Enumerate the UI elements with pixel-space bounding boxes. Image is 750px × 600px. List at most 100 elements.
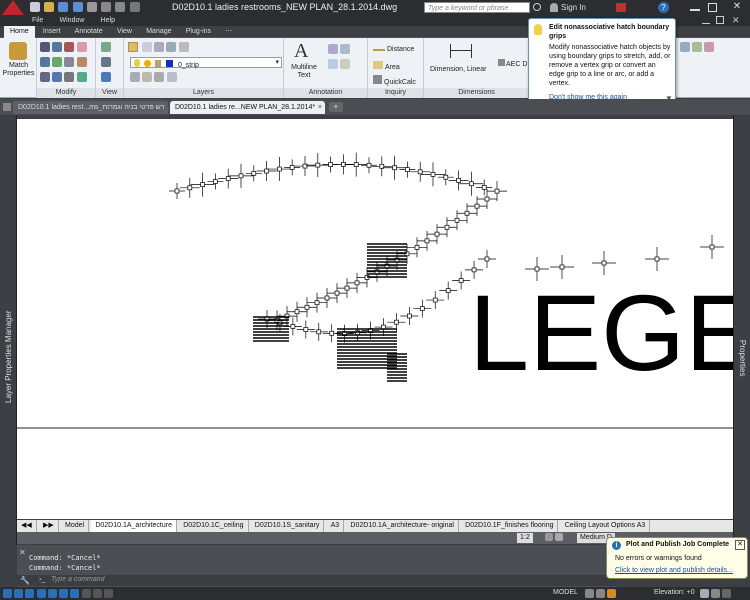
layer-isolate-icon[interactable] <box>154 42 165 52</box>
linear-dimension-icon[interactable] <box>450 44 472 58</box>
close-button[interactable]: ✕ <box>726 1 748 13</box>
properties-palette[interactable]: Properties <box>733 115 750 545</box>
new-icon[interactable] <box>30 2 40 12</box>
leader-icon[interactable] <box>340 44 351 54</box>
dimstyle-icon[interactable] <box>328 44 338 54</box>
multiline-text-icon[interactable]: A <box>294 40 308 63</box>
layout-tab-sanitary[interactable]: D02D10.1S_sanitary <box>251 520 325 532</box>
clean-screen-icon[interactable] <box>711 589 721 598</box>
aec-dimension-button[interactable]: AEC D <box>498 59 527 68</box>
tab-insert[interactable]: Insert <box>37 26 67 38</box>
plot-status-icon[interactable] <box>700 589 709 598</box>
elevation-readout[interactable]: Elevation: +0 <box>654 589 695 596</box>
workspace-switch-icon[interactable] <box>596 589 606 598</box>
quickcalc-tool[interactable]: QuickCalc <box>373 75 416 86</box>
insert-block-icon[interactable] <box>680 42 690 52</box>
layout-tab-flooring[interactable]: D02D10.1F_finishes flooring <box>461 520 559 532</box>
quickprops-icon[interactable] <box>104 589 114 598</box>
layout-tab-architecture[interactable]: D02D10.1A_architecture <box>91 520 177 532</box>
command-input[interactable]: Type a command <box>51 576 105 583</box>
restore-button[interactable] <box>708 3 717 12</box>
undo-icon[interactable] <box>101 2 112 12</box>
tab-home[interactable]: Home <box>4 26 35 38</box>
viewport-scale[interactable]: 1:2 <box>517 533 533 543</box>
app-close-button[interactable]: ✕ <box>732 15 740 26</box>
otrack-icon[interactable] <box>59 589 69 598</box>
tab-annotate[interactable]: Annotate <box>69 26 109 38</box>
doc-tab-current[interactable]: D02D10.1 ladies re...NEW PLAN_28.1.2014*… <box>170 101 325 114</box>
saveas-icon[interactable] <box>72 2 83 12</box>
app-restore-button[interactable] <box>716 16 724 24</box>
model-space-toggle[interactable]: MODEL <box>553 589 578 596</box>
textstyle-icon[interactable] <box>340 59 351 69</box>
search-box[interactable]: Type a keyword or phrase <box>424 2 530 13</box>
distance-tool[interactable]: Distance <box>373 44 414 53</box>
multiline-text-button[interactable]: Multiline Text <box>285 64 323 80</box>
layer-dropdown[interactable]: 0_strip ▾ <box>130 57 282 69</box>
lock-viewport-icon[interactable] <box>545 533 553 541</box>
stretch-icon[interactable] <box>40 72 50 82</box>
layer-lock-icon[interactable] <box>178 42 189 52</box>
autoscale-icon[interactable] <box>607 589 617 598</box>
array-icon[interactable] <box>64 72 75 82</box>
minimize-button[interactable] <box>690 4 700 11</box>
new-tab-button[interactable]: + <box>329 102 343 112</box>
modify-panel-label[interactable]: Modify <box>37 88 95 98</box>
lineweight-icon[interactable] <box>81 589 91 598</box>
layout-tab-arch-original[interactable]: D02D10.1A_architecture- original <box>346 520 459 532</box>
user-icon[interactable] <box>550 3 558 12</box>
sign-in-link[interactable]: Sign In <box>561 3 586 12</box>
layers-panel-label[interactable]: Layers <box>124 88 283 98</box>
layer-properties-palette[interactable]: Layer Properties Manager <box>0 115 17 545</box>
table-icon[interactable] <box>328 59 338 69</box>
layer-previous-icon[interactable] <box>154 72 165 82</box>
clipboard-icon[interactable] <box>704 42 715 52</box>
tab-manage[interactable]: Manage <box>140 26 177 38</box>
explode-icon[interactable] <box>76 57 87 67</box>
layer-state-icon[interactable] <box>142 42 152 52</box>
close-tab-icon[interactable]: × <box>318 101 322 114</box>
layer-freeze-icon[interactable] <box>166 42 177 52</box>
area-tool[interactable]: Area <box>373 61 400 71</box>
app-minimize-button[interactable] <box>702 16 710 24</box>
match-layer-icon[interactable] <box>142 72 153 82</box>
pan-icon[interactable] <box>101 42 111 52</box>
layout-tab-a3[interactable]: A3 <box>327 520 345 532</box>
notification-details-link[interactable]: Click to view plot and publish details..… <box>615 567 733 574</box>
group-icon[interactable] <box>692 42 703 52</box>
redo-icon[interactable] <box>115 2 126 12</box>
offset-icon[interactable] <box>76 72 87 82</box>
mirror-icon[interactable] <box>52 57 63 67</box>
view-panel-label[interactable]: View <box>96 88 123 98</box>
autocad-logo-icon[interactable] <box>2 0 24 15</box>
doc-menu-icon[interactable] <box>3 103 11 111</box>
move-icon[interactable] <box>40 42 50 52</box>
annotation-scale-icon[interactable] <box>555 533 564 541</box>
rotate-icon[interactable] <box>52 42 63 52</box>
make-current-icon[interactable] <box>130 72 140 82</box>
layer-walk-icon[interactable] <box>166 72 177 82</box>
layout-tab-ceiling-options[interactable]: Ceiling Layout Options A3 <box>561 520 651 532</box>
command-input-row[interactable]: 🔧 ›_ Type a command <box>17 575 617 586</box>
scale-icon[interactable] <box>52 72 63 82</box>
menu-window[interactable]: Window <box>60 15 85 26</box>
menu-help[interactable]: Help <box>101 15 115 26</box>
erase-icon[interactable] <box>76 42 87 52</box>
ribbon-options-icon[interactable]: ⋯ <box>219 26 238 38</box>
dimension-linear-button[interactable]: Dimension, Linear <box>430 66 486 73</box>
layer-properties-icon[interactable] <box>128 42 138 52</box>
notification-close-button[interactable]: ✕ <box>735 540 745 550</box>
transparency-icon[interactable] <box>92 589 102 598</box>
layout-tab-model[interactable]: Model <box>61 520 90 532</box>
doc-tab-hebrew[interactable]: D02D10.1 ladies rest...ms_רש פרטי בניה ו… <box>13 101 168 114</box>
tab-plugins[interactable]: Plug-ins <box>180 26 217 38</box>
help-icon[interactable]: ? <box>658 2 669 13</box>
annotation-visibility-icon[interactable] <box>585 589 594 598</box>
search-icon[interactable] <box>533 3 541 11</box>
grid-icon[interactable] <box>14 589 24 598</box>
workspace-icon[interactable] <box>129 2 140 12</box>
match-properties-icon[interactable] <box>9 42 27 60</box>
viewcube-icon[interactable] <box>101 72 111 82</box>
copy-icon[interactable] <box>40 57 50 67</box>
save-icon[interactable] <box>58 2 69 12</box>
